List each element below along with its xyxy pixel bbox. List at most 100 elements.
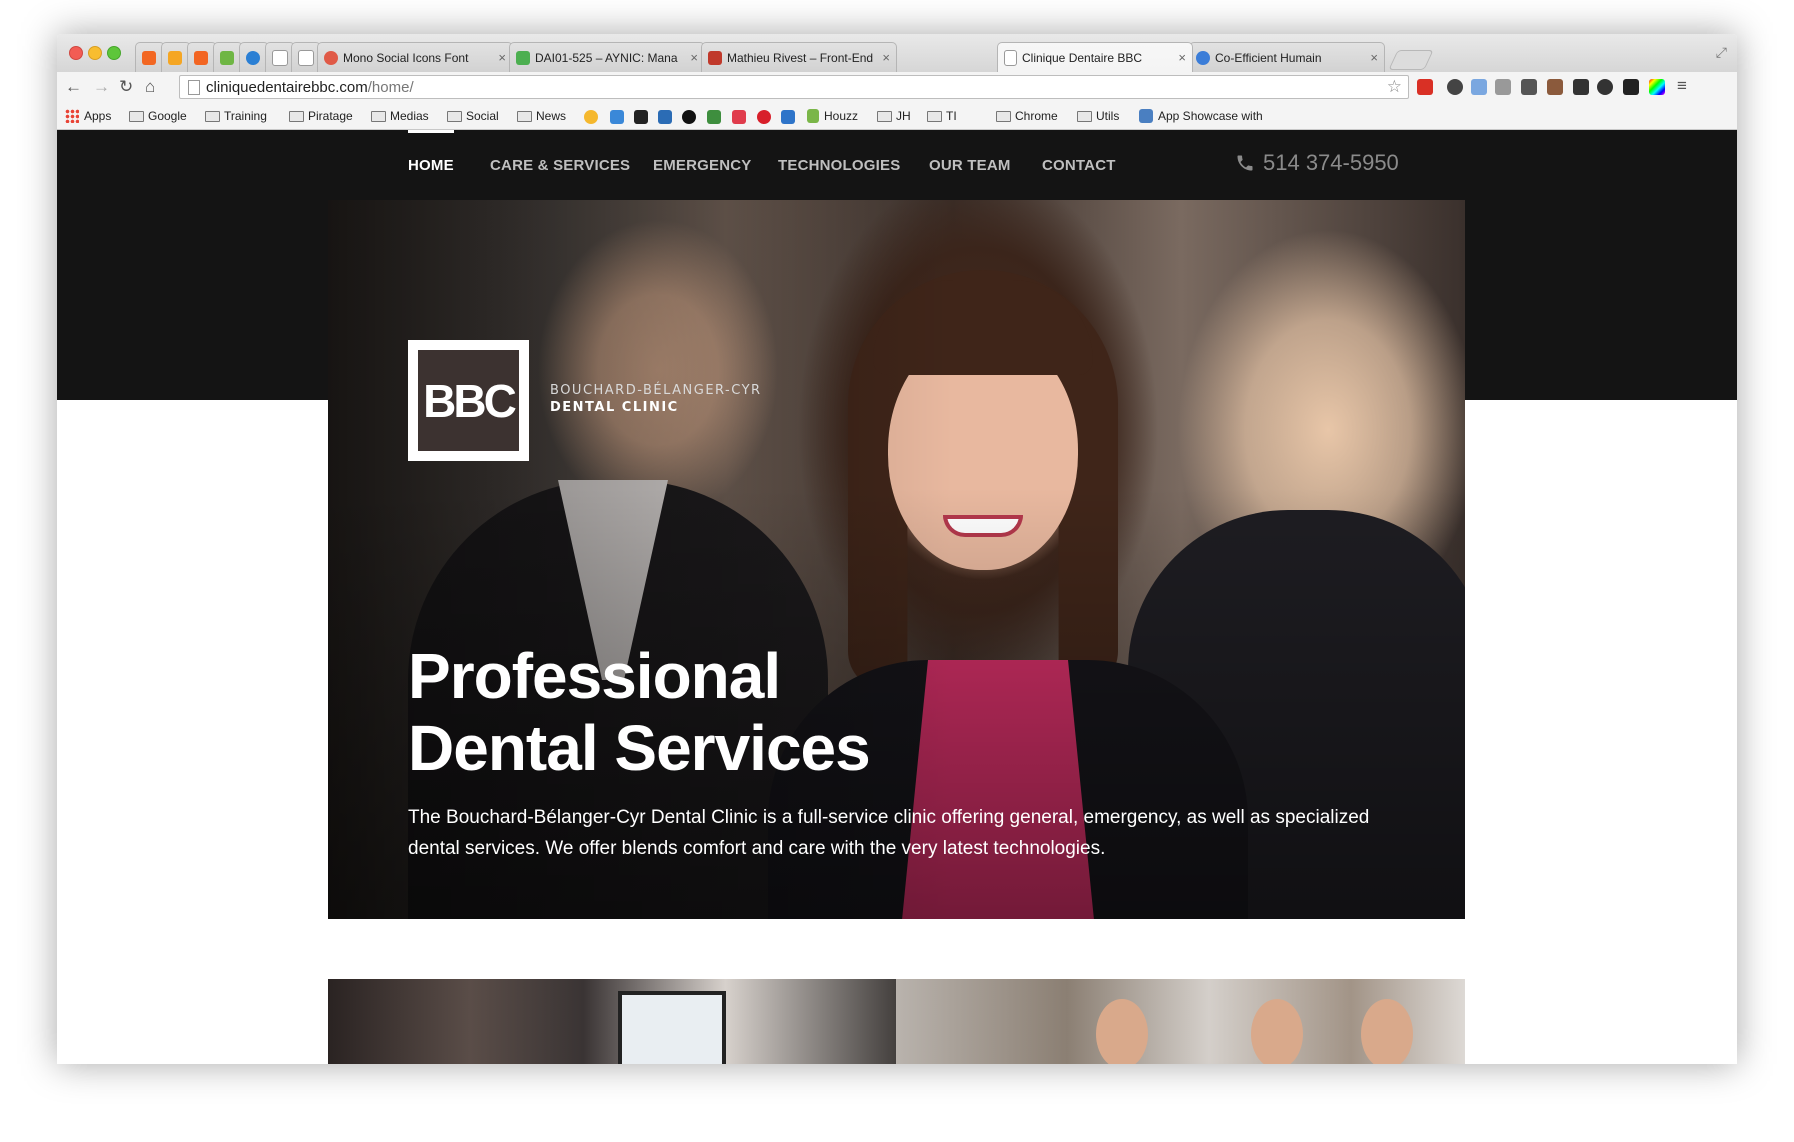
phone-link[interactable]: 514 374-5950	[1235, 150, 1399, 176]
bookmark-label: Training	[224, 109, 267, 123]
folder-icon	[289, 110, 304, 122]
bookmark-star-icon[interactable]: ☆	[1387, 77, 1402, 97]
new-tab-button[interactable]	[1388, 50, 1434, 70]
nav-care-services[interactable]: CARE & SERVICES	[490, 157, 630, 174]
bookmark-folder-piratage[interactable]: Piratage	[289, 109, 353, 123]
tab-favicon-icon	[708, 50, 722, 65]
minimize-window-button[interactable]	[88, 46, 102, 60]
forward-arrow-icon[interactable]: →	[93, 77, 110, 97]
gear-extension-icon[interactable]	[1447, 79, 1463, 95]
github-icon[interactable]	[682, 110, 696, 124]
nav-home[interactable]: HOME	[408, 130, 454, 174]
back-arrow-icon[interactable]: ←	[65, 77, 82, 97]
nav-emergency[interactable]: EMERGENCY	[653, 157, 751, 174]
url-path: /home/	[367, 78, 414, 96]
tab-favicon-icon	[142, 50, 156, 65]
glasses-extension-icon[interactable]	[1623, 79, 1639, 95]
reload-icon[interactable]: ↻	[119, 77, 133, 97]
bookmark-site-icon[interactable]	[610, 110, 624, 124]
close-tab-icon[interactable]: ×	[498, 50, 506, 65]
bookmark-label: Apps	[84, 109, 112, 123]
clinic-logo[interactable]: BBC	[408, 340, 529, 461]
menu-icon[interactable]: ≡	[1677, 76, 1687, 96]
folder-icon	[205, 110, 220, 122]
url-text: cliniquedentairebbc.com/home/	[206, 79, 414, 96]
tab-mathieu-rivest[interactable]: Mathieu Rivest – Front-End ×	[701, 42, 897, 72]
folder-icon	[447, 110, 462, 122]
tab-favicon-icon	[516, 50, 530, 65]
nav-our-team[interactable]: OUR TEAM	[929, 157, 1011, 174]
folder-icon	[996, 110, 1011, 122]
folder-icon	[517, 110, 532, 122]
logo-mark: BBC	[423, 374, 517, 427]
tab-title: Co-Efficient Humain	[1215, 50, 1322, 65]
tab-favicon-icon	[194, 50, 208, 65]
bookmark-folder-social[interactable]: Social	[447, 109, 499, 123]
extension-icon[interactable]	[1495, 79, 1511, 95]
evernote-extension-icon[interactable]	[1573, 79, 1589, 95]
tab-clinique-dentaire-bbc[interactable]: Clinique Dentaire BBC ×	[997, 42, 1193, 72]
phone-number: 514 374-5950	[1263, 150, 1399, 175]
feature-image-technology[interactable]	[328, 979, 896, 1064]
trello-icon[interactable]	[781, 110, 795, 124]
bookmark-label: TI	[946, 109, 957, 123]
team-member-head	[1361, 999, 1413, 1064]
tab-favicon-icon	[246, 50, 260, 65]
bookmark-label: Houzz	[824, 109, 859, 123]
bookmark-folder-jh[interactable]: JH	[877, 109, 911, 123]
close-tab-icon[interactable]: ×	[690, 50, 698, 65]
main-navigation: HOME CARE & SERVICES EMERGENCY TECHNOLOG…	[57, 130, 1737, 200]
bookmark-apps[interactable]: Apps	[65, 109, 111, 123]
bookmark-app-showcase[interactable]: App Showcase with	[1139, 109, 1263, 123]
browser-toolbar: ← → ↻ ⌂ cliniquedentairebbc.com/home/ ☆ …	[57, 72, 1737, 104]
tab-favicon-icon	[1196, 50, 1210, 65]
folder-icon	[927, 110, 942, 122]
tab-favicon-icon	[220, 50, 234, 65]
page-icon	[1004, 49, 1017, 66]
zoom-window-button[interactable]	[107, 46, 121, 60]
url-domain: cliniquedentairebbc.com	[206, 78, 368, 96]
bookmark-folder-medias[interactable]: Medias	[371, 109, 429, 123]
bookmark-folder-ti[interactable]: TI	[927, 109, 957, 123]
pocket-extension-icon[interactable]	[1521, 79, 1537, 95]
close-tab-icon[interactable]: ×	[882, 50, 890, 65]
tab-title: Mathieu Rivest – Front-End	[727, 50, 874, 65]
extension-icon[interactable]	[1471, 79, 1487, 95]
fullscreen-icon[interactable]: ⤢	[1716, 44, 1727, 61]
close-window-button[interactable]	[69, 46, 83, 60]
bookmark-folder-training[interactable]: Training	[205, 109, 267, 123]
bookmark-site-icon[interactable]	[584, 110, 598, 124]
gmail-extension-icon[interactable]	[1417, 79, 1433, 95]
address-bar[interactable]: cliniquedentairebbc.com/home/ ☆	[179, 75, 1409, 99]
folder-icon	[1077, 110, 1092, 122]
team-member-head	[1096, 999, 1148, 1064]
bookmark-site-icon[interactable]	[658, 110, 672, 124]
app-showcase-icon	[1139, 109, 1153, 123]
color-picker-extension-icon[interactable]	[1649, 79, 1665, 95]
bookmark-site-icon[interactable]	[634, 110, 648, 124]
nav-contact[interactable]: CONTACT	[1042, 157, 1116, 174]
folder-icon	[371, 110, 386, 122]
phone-icon	[1237, 155, 1253, 171]
tab-dai01[interactable]: DAI01-525 – AYNIC: Mana ×	[509, 42, 705, 72]
bookmark-folder-google[interactable]: Google	[129, 109, 187, 123]
logo-clinic-type: DENTAL CLINIC	[550, 400, 679, 415]
home-icon[interactable]: ⌂	[145, 77, 155, 97]
close-tab-icon[interactable]: ×	[1370, 50, 1378, 65]
extension-icon[interactable]	[1597, 79, 1613, 95]
pinterest-icon[interactable]	[757, 110, 771, 124]
hero-title: Professional Dental Services	[408, 640, 871, 784]
bookmark-houzz[interactable]: Houzz	[807, 109, 858, 123]
bookmark-folder-chrome[interactable]: Chrome	[996, 109, 1058, 123]
close-tab-icon[interactable]: ×	[1178, 50, 1186, 65]
bookmark-folder-utils[interactable]: Utils	[1077, 109, 1119, 123]
tab-mono-social[interactable]: Mono Social Icons Font ×	[317, 42, 513, 72]
instagram-extension-icon[interactable]	[1547, 79, 1563, 95]
bookmark-folder-news[interactable]: News	[517, 109, 566, 123]
nav-technologies[interactable]: TECHNOLOGIES	[778, 157, 900, 174]
bookmark-site-icon[interactable]	[707, 110, 721, 124]
page-icon	[298, 49, 314, 66]
pocket-icon[interactable]	[732, 110, 746, 124]
feature-image-team[interactable]	[896, 979, 1465, 1064]
tab-co-efficient-humain[interactable]: Co-Efficient Humain ×	[1189, 42, 1385, 72]
